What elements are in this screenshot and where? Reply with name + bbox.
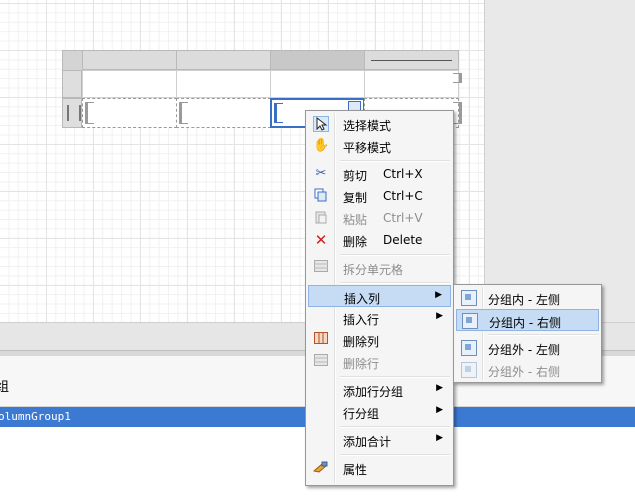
menu-item-delete-row[interactable]: 删除行: [308, 351, 451, 373]
menu-item-label: 粘贴: [343, 213, 368, 227]
canvas-margin-area: [484, 0, 635, 322]
menu-item-label: 属性: [343, 463, 368, 477]
menu-item-split-cells[interactable]: 拆分单元格: [308, 257, 451, 279]
copy-icon: [313, 188, 329, 204]
menu-item-label: 行分组: [343, 407, 380, 421]
submenu-arrow-icon: ▶: [436, 311, 443, 321]
menu-separator: [340, 454, 450, 456]
column-handle-4[interactable]: [364, 50, 459, 70]
table-cell[interactable]: [364, 70, 462, 98]
menu-item-copy[interactable]: 复制 Ctrl+C: [308, 185, 451, 207]
menu-item-delete[interactable]: ✕ 删除 Delete: [308, 229, 451, 251]
submenu-item-inside-group-left[interactable]: 分组内 - 左侧: [456, 287, 599, 309]
menu-item-paste[interactable]: 粘贴 Ctrl+V: [308, 207, 451, 229]
menu-item-add-row-group[interactable]: 添加行分组 ▶: [308, 379, 451, 401]
menu-item-shortcut: Ctrl+C: [383, 189, 423, 203]
submenu-arrow-icon: ▶: [435, 290, 442, 300]
table-cell[interactable]: [270, 70, 365, 98]
menu-item-pan-mode[interactable]: ✋ 平移模式: [308, 135, 451, 157]
menu-item-shortcut: Ctrl+V: [383, 211, 423, 225]
menu-item-label: 复制: [343, 191, 368, 205]
submenu-item-label: 分组外 - 右侧: [488, 365, 560, 379]
group-bracket: [453, 73, 462, 83]
menu-item-add-total[interactable]: 添加合计 ▶: [308, 429, 451, 451]
tablix-corner-handle[interactable]: [62, 50, 84, 72]
menu-item-label: 插入列: [344, 292, 381, 306]
menu-separator: [340, 254, 450, 256]
group-bracket: [179, 102, 188, 124]
column-handle-1[interactable]: [82, 50, 177, 70]
submenu-arrow-icon: ▶: [436, 383, 443, 393]
table-cell[interactable]: [82, 70, 177, 98]
menu-separator: [340, 426, 450, 428]
menu-separator: [340, 160, 450, 162]
menu-item-label: 剪切: [343, 169, 368, 183]
group-bracket: [274, 103, 283, 123]
menu-item-shortcut: Ctrl+X: [383, 167, 423, 181]
submenu-item-outside-group-left[interactable]: 分组外 - 左侧: [456, 337, 599, 359]
table-cell[interactable]: [176, 98, 271, 128]
menu-item-insert-column[interactable]: 插入列 ▶: [308, 285, 451, 307]
group-bracket: [85, 102, 94, 124]
split-cells-icon: [313, 260, 329, 276]
column-handle-3[interactable]: [270, 50, 365, 70]
menu-item-shortcut: Delete: [383, 233, 423, 247]
menu-item-label: 添加行分组: [343, 385, 404, 399]
table-cell[interactable]: [176, 70, 271, 98]
column-group-line: [371, 60, 452, 61]
menu-item-properties[interactable]: 属性: [308, 457, 451, 479]
submenu-item-label: 分组内 - 左侧: [488, 293, 560, 307]
menu-item-label: 删除行: [343, 357, 380, 371]
menu-item-insert-row[interactable]: 插入行 ▶: [308, 307, 451, 329]
properties-icon: [312, 460, 329, 476]
insert-column-icon: [461, 362, 477, 378]
arrow-cursor-icon: [313, 116, 329, 132]
row-group-icon: [67, 105, 81, 121]
menu-item-label: 删除: [343, 235, 368, 249]
menu-item-label: 拆分单元格: [343, 263, 404, 277]
menu-item-label: 选择模式: [343, 119, 392, 133]
menu-item-label: 删除列: [343, 335, 380, 349]
insert-column-submenu: 分组内 - 左侧 分组内 - 右侧 分组外 - 左侧 分组外 - 右侧: [453, 284, 602, 383]
submenu-arrow-icon: ▶: [436, 433, 443, 443]
menu-item-delete-column[interactable]: 删除列: [308, 329, 451, 351]
table-cell[interactable]: [82, 98, 177, 128]
submenu-arrow-icon: ▶: [436, 405, 443, 415]
group-panel-label: 组: [0, 380, 10, 395]
menu-item-label: 插入行: [343, 313, 380, 327]
insert-column-icon: [461, 290, 477, 306]
insert-column-icon: [461, 340, 477, 356]
menu-separator: [340, 282, 450, 284]
delete-column-icon: [313, 332, 329, 348]
menu-item-select-mode[interactable]: 选择模式: [308, 113, 451, 135]
submenu-item-outside-group-right[interactable]: 分组外 - 右侧: [456, 359, 599, 381]
context-menu: 选择模式 ✋ 平移模式 ✂ 剪切 Ctrl+X 复制 Ctrl+C 粘贴 Ctr…: [305, 110, 454, 486]
submenu-item-inside-group-right[interactable]: 分组内 - 右侧: [456, 309, 599, 331]
menu-separator: [488, 334, 598, 336]
scissors-icon: ✂: [315, 166, 327, 181]
menu-separator: [340, 376, 450, 378]
row-handle-2[interactable]: [62, 98, 82, 128]
menu-item-label: 平移模式: [343, 141, 392, 155]
submenu-item-label: 分组内 - 右侧: [489, 316, 561, 330]
delete-row-icon: [313, 354, 329, 370]
hand-icon: ✋: [313, 138, 330, 153]
column-group-name: olumnGroup1: [0, 410, 71, 423]
paste-icon: [313, 210, 329, 226]
column-handle-2[interactable]: [176, 50, 271, 70]
submenu-item-label: 分组外 - 左侧: [488, 343, 560, 357]
delete-x-icon: ✕: [314, 231, 328, 249]
group-bracket: [453, 102, 462, 124]
menu-item-label: 添加合计: [343, 435, 392, 449]
menu-item-row-group[interactable]: 行分组 ▶: [308, 401, 451, 423]
insert-column-icon: [462, 313, 478, 329]
menu-item-cut[interactable]: ✂ 剪切 Ctrl+X: [308, 163, 451, 185]
row-handle-1[interactable]: [62, 70, 82, 98]
